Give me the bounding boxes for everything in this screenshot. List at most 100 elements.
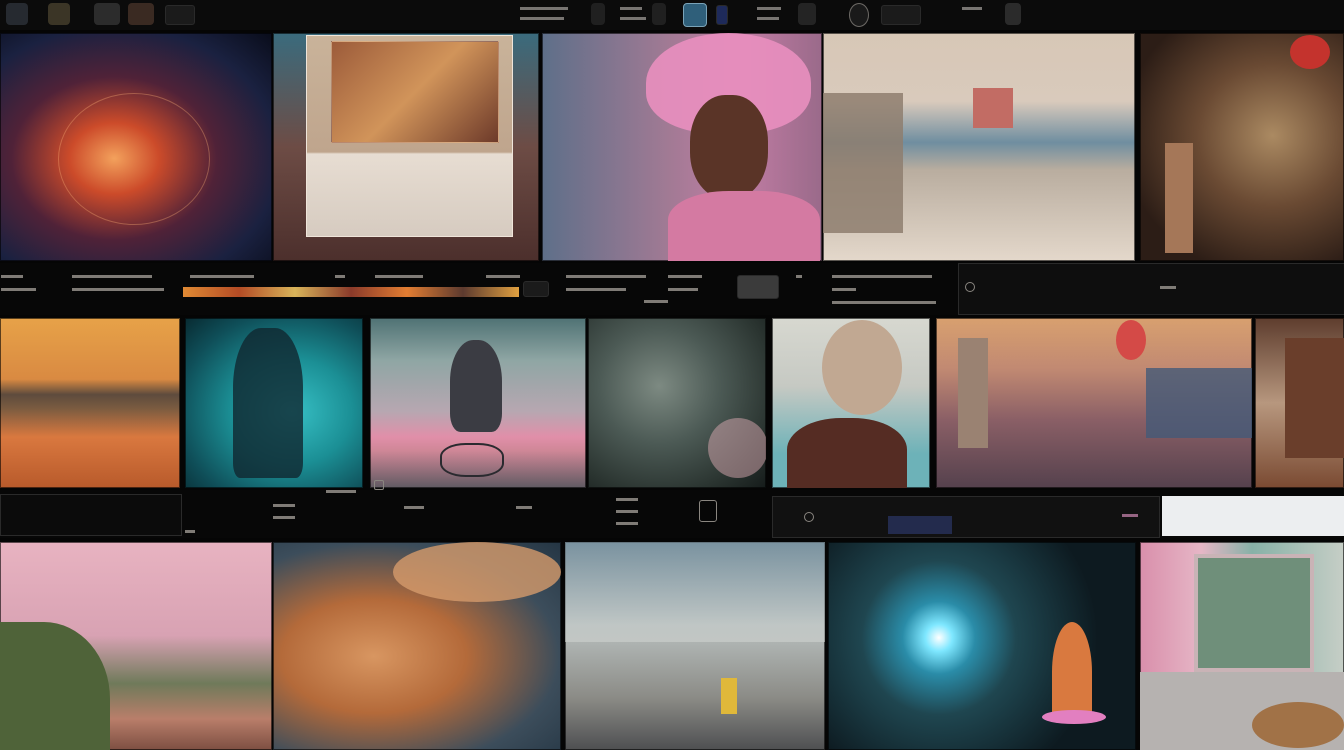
old-woman-back-photo[interactable] [772, 318, 930, 488]
sunset-lake-photo[interactable] [0, 318, 180, 488]
caption-line [1, 288, 36, 291]
figure-icon[interactable] [699, 500, 717, 522]
metadata-band-top [0, 263, 1344, 315]
hair [822, 320, 902, 415]
white-panel [1162, 496, 1344, 536]
caption-line [185, 530, 195, 533]
cloud [393, 542, 561, 602]
film-strip[interactable] [183, 287, 519, 297]
caption-line [273, 504, 295, 507]
caption-line [72, 288, 164, 291]
graffiti-wall-street-photo[interactable] [565, 542, 825, 750]
caption-line [1160, 286, 1176, 289]
shelf [1285, 338, 1344, 458]
painting [331, 41, 499, 143]
caption-line [72, 275, 152, 278]
interior-shelves-photo[interactable] [1255, 318, 1344, 488]
industrial-town-photo[interactable] [936, 318, 1252, 488]
metadata-band-bottom [0, 480, 1344, 538]
toolbar-control[interactable] [165, 5, 195, 25]
underwater-tree-photo[interactable] [185, 318, 363, 488]
caption-line [832, 301, 936, 304]
yellow-bin [721, 678, 737, 714]
wicker-basket [1252, 702, 1344, 748]
toolbar-text [757, 17, 779, 20]
caption-line [616, 498, 638, 501]
clock-icon[interactable] [849, 3, 869, 27]
image-icon[interactable] [48, 3, 70, 25]
caption-line [1122, 514, 1138, 517]
gear-icon[interactable] [965, 282, 975, 292]
pillar [1165, 143, 1193, 253]
toolbar-text [757, 7, 781, 10]
orbit-streak [58, 93, 210, 225]
scissors-icon[interactable] [591, 3, 605, 25]
caption-line [516, 506, 532, 509]
shoulders [787, 418, 907, 488]
tree-silhouette [233, 328, 303, 478]
strip-control[interactable] [523, 281, 549, 297]
face [690, 95, 768, 199]
record-icon[interactable] [804, 512, 814, 522]
autumn-plants-photo[interactable] [1140, 33, 1344, 261]
bag-icon[interactable] [1005, 3, 1021, 25]
wall [565, 542, 825, 642]
top-toolbar [0, 0, 1344, 30]
caption-line [616, 522, 638, 525]
caption-line [273, 516, 295, 519]
red-flower [1290, 35, 1330, 69]
caption-line [404, 506, 424, 509]
bicycle [440, 443, 504, 477]
square-icon[interactable] [374, 480, 384, 490]
balcony [1146, 368, 1252, 438]
blurred-foliage-photo[interactable] [588, 318, 766, 488]
pink-fog-forest-photo[interactable] [0, 542, 272, 750]
car-icon[interactable] [94, 3, 120, 25]
blue-chip[interactable] [888, 516, 952, 534]
small-thumb[interactable] [737, 275, 779, 299]
foliage [0, 622, 110, 750]
caption-line [832, 288, 856, 291]
caption-line [668, 275, 702, 278]
snowy-village-photo[interactable] [823, 33, 1135, 261]
app-icon[interactable] [6, 3, 28, 25]
tower [958, 338, 988, 448]
shoe-icon[interactable] [128, 3, 154, 25]
caption-line [190, 275, 254, 278]
window-room-photo[interactable] [1140, 542, 1344, 750]
toolbar-text [620, 17, 646, 20]
toolbar-text [520, 7, 568, 10]
museum-display-case-photo[interactable] [273, 33, 539, 261]
caption-line [566, 288, 626, 291]
caption-line [326, 490, 356, 493]
cloaked-figure [450, 340, 502, 432]
toolbar-text [520, 17, 564, 20]
caption-line [1, 275, 23, 278]
glow [708, 418, 766, 478]
flower-light-burst-photo[interactable] [828, 542, 1136, 750]
camera-icon[interactable] [798, 3, 816, 25]
toolbar-control[interactable] [716, 5, 728, 25]
toolbar-control[interactable] [881, 5, 921, 25]
caption-line [832, 275, 932, 278]
toolbar-text [962, 7, 982, 10]
play-icon[interactable] [652, 3, 666, 25]
orange-clouds-photo[interactable] [273, 542, 561, 750]
pink-base [1042, 710, 1106, 724]
caption-line [796, 275, 802, 278]
flower-figure [1052, 622, 1092, 722]
explosion-sparks-photo[interactable] [0, 33, 272, 261]
caption-line [375, 275, 423, 278]
caption-line [644, 300, 668, 303]
caption-line [668, 288, 698, 291]
panel [0, 494, 182, 536]
pink-flower [1116, 320, 1146, 360]
castle [973, 88, 1013, 128]
pink-sweater [668, 191, 820, 261]
monitor-icon[interactable] [683, 3, 707, 27]
caption-line [335, 275, 345, 278]
toolbar-text [620, 7, 642, 10]
panel [772, 496, 1160, 538]
woman-pink-hat-photo[interactable] [542, 33, 822, 261]
bicycle-figure-photo[interactable] [370, 318, 586, 488]
